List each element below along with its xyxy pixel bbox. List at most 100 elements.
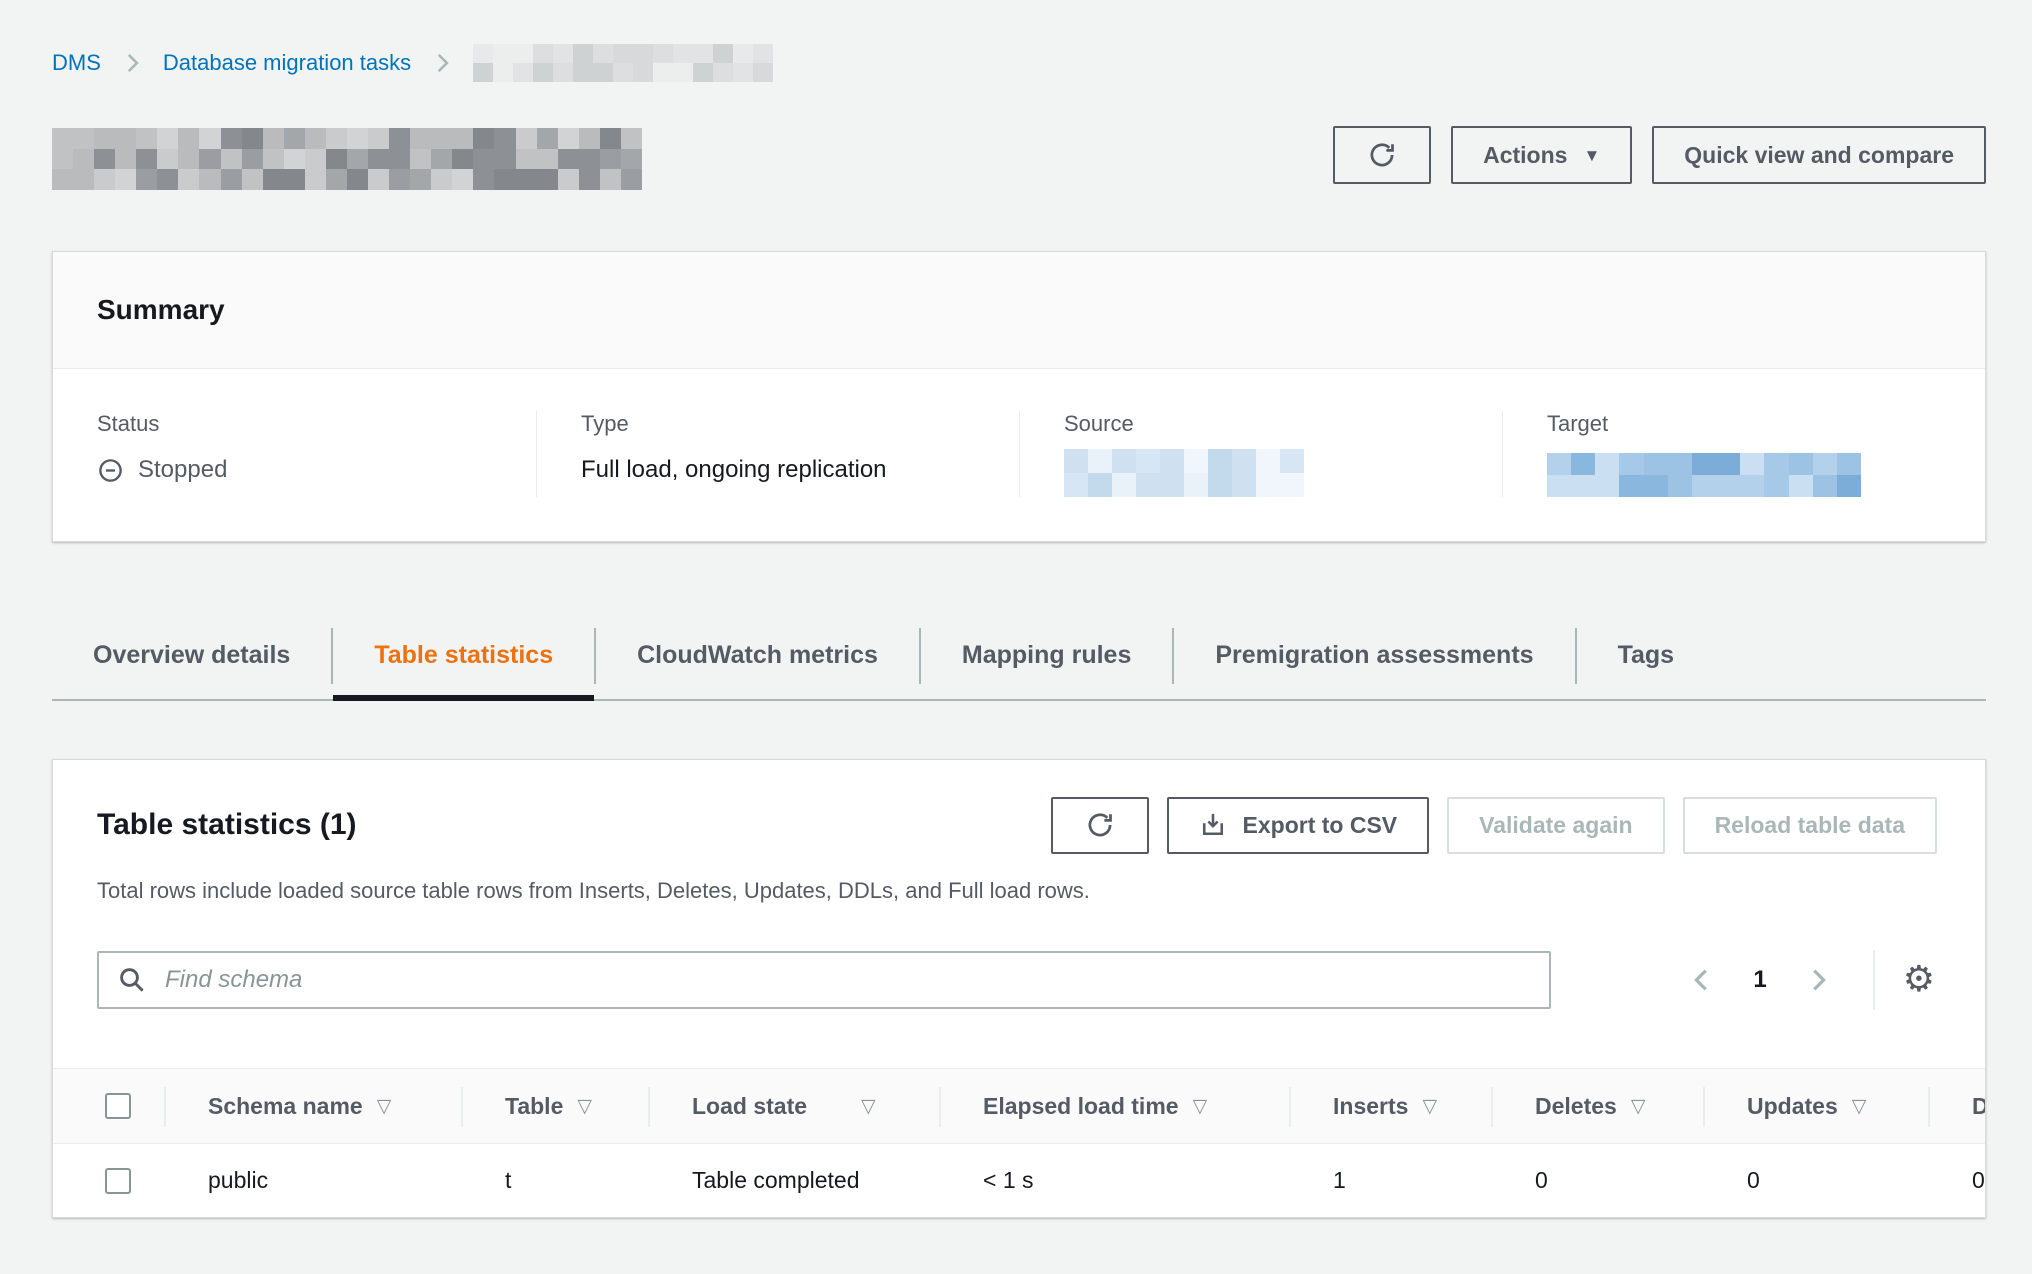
cell-deletes: 0 — [1491, 1144, 1703, 1217]
tab-label: Table statistics — [374, 641, 553, 670]
validate-again-button[interactable]: Validate again — [1447, 797, 1664, 854]
sort-icon: ▽ — [1631, 1095, 1646, 1117]
next-page-button[interactable] — [1793, 965, 1843, 995]
redacted-breadcrumb-task-name — [473, 44, 773, 82]
reload-table-data-label: Reload table data — [1715, 812, 1905, 839]
page-header: Actions ▼ Quick view and compare — [52, 126, 1986, 190]
redacted-source-endpoint-link[interactable] — [1064, 449, 1304, 497]
previous-page-button[interactable] — [1677, 965, 1727, 995]
column-label: Elapsed load time — [983, 1093, 1179, 1120]
table-statistics-panel: Table statistics (1) Export to CSV — [52, 759, 1986, 1218]
type-value: Full load, ongoing replication — [581, 455, 887, 485]
target-label: Target — [1547, 411, 1941, 437]
table-statistics-title: Table statistics (1) — [97, 808, 357, 842]
sort-icon: ▽ — [1193, 1095, 1208, 1117]
redacted-target-endpoint-link[interactable] — [1547, 453, 1861, 497]
cell-schema-name: public — [164, 1144, 461, 1217]
actions-button-label: Actions — [1483, 142, 1567, 169]
quick-view-compare-label: Quick view and compare — [1684, 142, 1954, 169]
column-label: Updates — [1747, 1093, 1838, 1120]
pagination-divider — [1873, 950, 1875, 1010]
tab-tags[interactable]: Tags — [1577, 612, 1716, 699]
summary-field-target: Target — [1502, 411, 1985, 497]
source-label: Source — [1064, 411, 1458, 437]
tabs: Overview details Table statistics CloudW… — [52, 612, 1986, 701]
redacted-page-title — [52, 128, 642, 190]
tab-overview-details[interactable]: Overview details — [52, 612, 331, 699]
pagination: 1 ⚙ — [1677, 950, 1941, 1010]
table-statistics-table: Schema name ▽ Table ▽ Load state ▽ Elaps… — [53, 1068, 1985, 1217]
status-value: Stopped — [138, 455, 227, 485]
sort-icon: ▽ — [861, 1095, 876, 1117]
column-header-deletes[interactable]: Deletes ▽ — [1491, 1069, 1703, 1143]
tab-label: Tags — [1618, 641, 1675, 670]
select-all-header-cell — [53, 1069, 164, 1143]
cell-updates: 0 — [1703, 1144, 1928, 1217]
sort-icon: ▽ — [1852, 1095, 1867, 1117]
tab-premigration-assessments[interactable]: Premigration assessments — [1174, 612, 1574, 699]
summary-title: Summary — [97, 290, 1941, 330]
column-label: DDLs — [1972, 1093, 1985, 1120]
summary-field-status: Status Stopped — [53, 411, 536, 497]
refresh-icon — [1085, 810, 1115, 840]
chevron-right-icon — [119, 50, 145, 76]
tab-cloudwatch-metrics[interactable]: CloudWatch metrics — [596, 612, 919, 699]
refresh-icon — [1367, 140, 1397, 170]
reload-table-data-button[interactable]: Reload table data — [1683, 797, 1937, 854]
summary-panel: Summary Status Stopped Type Full load, o… — [52, 251, 1986, 542]
table-settings-gear-icon[interactable]: ⚙ — [1897, 962, 1941, 998]
column-header-schema-name[interactable]: Schema name ▽ — [164, 1069, 461, 1143]
sort-icon: ▽ — [1422, 1095, 1437, 1117]
column-header-ddls[interactable]: DDLs — [1928, 1069, 1985, 1143]
table-statistics-description: Total rows include loaded source table r… — [97, 878, 1941, 904]
cell-table: t — [461, 1144, 648, 1217]
table-row: public t Table completed < 1 s 1 0 0 0 — [53, 1144, 1985, 1217]
column-label: Deletes — [1535, 1093, 1617, 1120]
status-label: Status — [97, 411, 492, 437]
summary-grid: Status Stopped Type Full load, ongoing r… — [53, 369, 1985, 541]
caret-down-icon: ▼ — [1583, 147, 1600, 164]
cell-load-state: Table completed — [648, 1144, 939, 1217]
page: DMS Database migration tasks Actions ▼ Q… — [0, 0, 2032, 1218]
column-label: Load state — [692, 1093, 807, 1120]
row-select-cell — [53, 1144, 164, 1217]
column-header-inserts[interactable]: Inserts ▽ — [1289, 1069, 1491, 1143]
tab-mapping-rules[interactable]: Mapping rules — [921, 612, 1172, 699]
cell-elapsed-load-time: < 1 s — [939, 1144, 1289, 1217]
cell-ddls: 0 — [1928, 1144, 1985, 1217]
chevron-right-icon — [429, 50, 455, 76]
sort-icon: ▽ — [577, 1095, 592, 1117]
tab-label: CloudWatch metrics — [637, 641, 878, 670]
summary-field-type: Type Full load, ongoing replication — [536, 411, 1019, 497]
column-header-elapsed-load-time[interactable]: Elapsed load time ▽ — [939, 1069, 1289, 1143]
table-header-row: Schema name ▽ Table ▽ Load state ▽ Elaps… — [53, 1068, 1985, 1144]
table-toolbar: 1 ⚙ — [53, 904, 1985, 1010]
row-checkbox[interactable] — [105, 1168, 131, 1194]
export-to-csv-label: Export to CSV — [1243, 812, 1398, 839]
column-label: Table — [505, 1093, 563, 1120]
status-stopped-icon — [97, 457, 124, 484]
column-header-table[interactable]: Table ▽ — [461, 1069, 648, 1143]
sort-icon: ▽ — [377, 1095, 392, 1117]
download-icon — [1199, 811, 1227, 839]
column-label: Inserts — [1333, 1093, 1408, 1120]
validate-again-label: Validate again — [1479, 812, 1632, 839]
column-label: Schema name — [208, 1093, 363, 1120]
search-icon — [117, 965, 147, 995]
cell-inserts: 1 — [1289, 1144, 1491, 1217]
refresh-table-button[interactable] — [1051, 797, 1149, 854]
breadcrumb-link-tasks[interactable]: Database migration tasks — [163, 50, 411, 76]
column-header-updates[interactable]: Updates ▽ — [1703, 1069, 1928, 1143]
summary-field-source: Source — [1019, 411, 1502, 497]
tab-label: Premigration assessments — [1215, 641, 1533, 670]
breadcrumb-link-dms[interactable]: DMS — [52, 50, 101, 76]
column-header-load-state[interactable]: Load state ▽ — [648, 1069, 939, 1143]
quick-view-compare-button[interactable]: Quick view and compare — [1652, 126, 1986, 184]
type-label: Type — [581, 411, 975, 437]
find-schema-input[interactable] — [97, 951, 1551, 1009]
select-all-checkbox[interactable] — [105, 1093, 131, 1119]
refresh-button[interactable] — [1333, 126, 1431, 184]
export-to-csv-button[interactable]: Export to CSV — [1167, 797, 1430, 854]
actions-button[interactable]: Actions ▼ — [1451, 126, 1632, 184]
tab-table-statistics[interactable]: Table statistics — [333, 612, 594, 699]
